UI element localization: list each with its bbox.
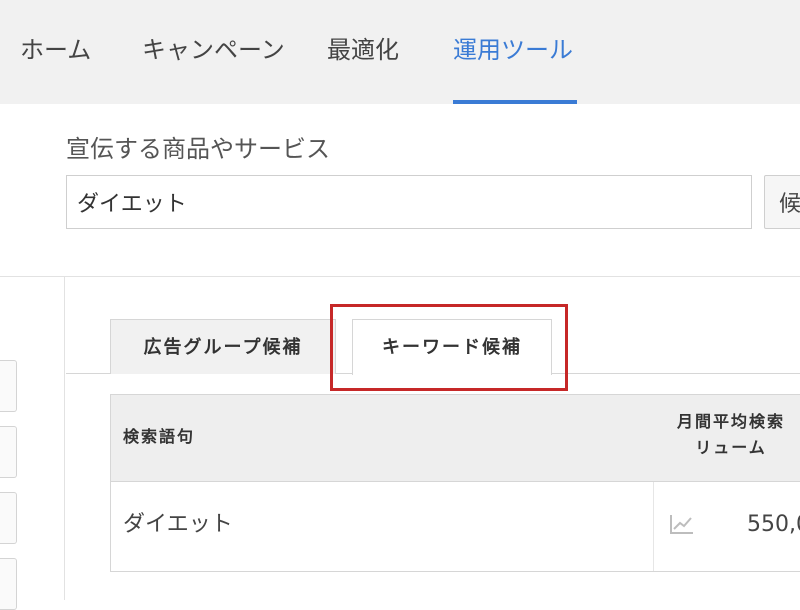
column-divider (653, 482, 654, 571)
get-suggestions-button[interactable]: 候 (764, 175, 800, 229)
product-input[interactable] (66, 175, 752, 229)
table-cell-monthly-volume: 550,0 (747, 512, 800, 537)
sidebar-divider (64, 277, 65, 600)
nav-item-campaigns[interactable]: キャンペーン (142, 32, 285, 68)
product-field-label: 宣伝する商品やサービス (66, 135, 330, 163)
column-header-keyword[interactable]: 検索語句 (123, 423, 195, 451)
side-toggle-button[interactable] (0, 492, 17, 544)
tab-keyword-ideas[interactable]: キーワード候補 (352, 319, 552, 375)
top-navigation: ホーム キャンペーン 最適化 運用ツール (0, 0, 800, 104)
side-toggle-button[interactable] (0, 558, 17, 610)
side-toggle-button[interactable] (0, 426, 17, 478)
active-nav-indicator (453, 100, 577, 104)
trend-chart-icon[interactable] (669, 513, 695, 535)
table-cell-keyword: ダイエット (123, 512, 233, 537)
tab-ad-group-ideas[interactable]: 広告グループ候補 (110, 319, 336, 374)
keyword-table: 検索語句 月間平均検索 リューム ダイエット 550,0 (110, 394, 800, 572)
nav-item-optimization[interactable]: 最適化 (327, 32, 399, 68)
side-toggle-button[interactable] (0, 360, 17, 412)
nav-item-tools[interactable]: 運用ツール (453, 32, 573, 68)
table-header: 検索語句 月間平均検索 リューム (111, 395, 800, 481)
column-header-monthly-volume[interactable]: 月間平均検索 リューム (631, 409, 800, 461)
nav-item-home[interactable]: ホーム (20, 32, 91, 68)
section-divider (0, 276, 800, 277)
table-header-divider (111, 481, 800, 482)
